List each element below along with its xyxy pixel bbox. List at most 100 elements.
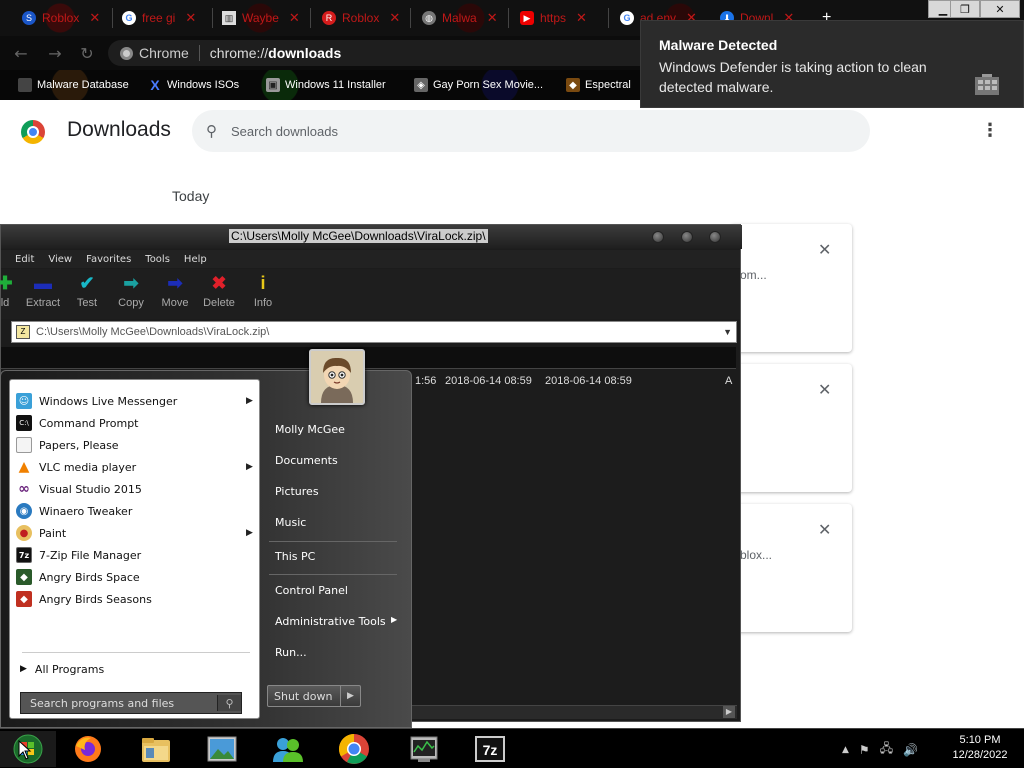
tab-label: free gi [142,11,176,25]
menu-tools[interactable]: Tools [145,254,170,265]
menu-favorites[interactable]: Favorites [86,254,131,265]
user-avatar[interactable] [309,349,365,405]
restore-button[interactable]: ❐ [950,0,980,18]
menu-help[interactable]: Help [184,254,207,265]
close-icon[interactable]: ✕ [487,10,498,26]
move-button[interactable]: ➡ Move [153,273,197,310]
close-icon[interactable]: ✕ [185,10,196,26]
program-windows-live-messenger[interactable]: ☺ Windows Live Messenger ▶ [14,390,257,412]
maximize-button[interactable] [681,231,693,243]
back-button[interactable]: ← [10,42,32,64]
minimize-button[interactable] [652,231,664,243]
tab-roblox-2[interactable]: R Roblox ✕ [314,2,408,34]
close-icon[interactable]: ✕ [289,10,300,26]
action-center-flag-icon[interactable]: ⚑ [859,743,870,757]
close-icon: ✕ [995,2,1005,16]
forward-button[interactable]: → [44,42,66,64]
program-angry-birds-seasons[interactable]: ◆ Angry Birds Seasons [14,588,257,610]
network-icon[interactable]: 🖧 [880,739,893,760]
system-clock[interactable]: 5:10 PM 12/28/2022 [940,733,1020,763]
taskbar-file-explorer[interactable] [126,731,186,767]
bookmark-malware-database[interactable]: Malware Database [18,75,129,95]
window-titlebar[interactable]: C:\Users\Molly McGee\Downloads\ViraLock.… [1,225,742,249]
globe-icon: ◍ [422,11,436,25]
start-item-administrative-tools[interactable]: Administrative Tools [275,615,386,628]
path-text: C:\Users\Molly McGee\Downloads\ViraLock.… [36,326,270,338]
bookmark-video[interactable]: ◈ Gay Porn Sex Movie... [414,75,543,95]
shutdown-button[interactable]: Shut down ▶ [267,685,361,707]
download-filename[interactable]: blox... [740,548,772,562]
program-angry-birds-space[interactable]: ◆ Angry Birds Space [14,566,257,588]
close-icon[interactable]: ✕ [389,10,400,26]
program-command-prompt[interactable]: C:\ Command Prompt [14,412,257,434]
malware-notification[interactable]: Malware Detected Windows Defender is tak… [640,20,1024,108]
remove-download-icon[interactable]: ✕ [818,240,831,259]
start-item-music[interactable]: Music [275,516,306,529]
horizontal-scrollbar[interactable]: ▶ [411,705,737,719]
tab-wayback[interactable]: ▥ Waybe ✕ [214,2,308,34]
download-card: ✕ om... [730,224,852,352]
taskbar-firefox[interactable] [58,731,118,767]
test-button[interactable]: ✔ Test [65,273,109,310]
close-window-button[interactable]: ✕ [980,0,1020,18]
close-icon[interactable]: ✕ [89,10,100,26]
start-item-this-pc[interactable]: This PC [275,550,315,563]
tab-roblox-1[interactable]: S Roblox ✕ [14,2,108,34]
reload-button[interactable]: ↻ [76,42,98,64]
program-vlc[interactable]: ▲ VLC media player ▶ [14,456,257,478]
shutdown-options-icon[interactable]: ▶ [340,686,360,706]
show-hidden-icons-icon[interactable]: ▲ [842,745,849,755]
search-input[interactable]: ⚲ Search downloads [192,110,870,152]
start-item-pictures[interactable]: Pictures [275,485,319,498]
vlc-icon: ▲ [18,459,30,475]
bookmark-windows-isos[interactable]: X Windows ISOs [148,75,239,95]
search-icon: ⚲ [206,123,217,140]
date-section-label: Today [172,188,210,204]
copy-button[interactable]: ➡ Copy [109,273,153,310]
search-icon[interactable]: ⚲ [217,695,241,711]
dropdown-arrow-icon[interactable]: ▼ [723,327,732,337]
download-card: ✕ [730,364,852,492]
more-options-button[interactable]: ⋮ [980,120,1000,142]
remove-download-icon[interactable]: ✕ [818,520,831,539]
taskbar-task-manager[interactable] [394,731,454,767]
program-visual-studio[interactable]: ∞ Visual Studio 2015 [14,478,257,500]
bookmark-windows-11-installer[interactable]: ▣ Windows 11 Installer [266,75,386,95]
bookmark-icon: ◆ [566,78,580,92]
extract-button[interactable]: ▬ Extract [21,273,65,310]
program-papers-please[interactable]: Papers, Please [14,434,257,456]
close-button[interactable] [709,231,721,243]
info-button[interactable]: i Info [241,273,285,310]
start-item-control-panel[interactable]: Control Panel [275,584,348,597]
start-search-input[interactable]: Search programs and files ⚲ [20,692,242,714]
scroll-right-icon[interactable]: ▶ [723,706,735,718]
taskbar-photo-viewer[interactable] [192,731,252,767]
start-item-documents[interactable]: Documents [275,454,338,467]
bookmark-espectral[interactable]: ◆ Espectral [566,75,631,95]
start-item-user[interactable]: Molly McGee [275,423,345,436]
menu-edit[interactable]: Edit [15,254,34,265]
close-icon[interactable]: ✕ [576,10,587,26]
cell-created: 2018-06-14 08:59 [545,375,632,387]
program-paint[interactable]: ● Paint ▶ [14,522,257,544]
volume-icon[interactable]: 🔊 [903,743,918,757]
menu-view[interactable]: View [48,254,72,265]
tab-malware[interactable]: ◍ Malwa ✕ [414,2,506,34]
start-item-run[interactable]: Run... [275,646,307,659]
path-input[interactable]: Z C:\Users\Molly McGee\Downloads\ViraLoc… [11,321,737,343]
address-bar[interactable]: Chrome chrome://downloads [108,40,668,66]
program-7zip[interactable]: 7z 7-Zip File Manager [14,544,257,566]
tab-youtube[interactable]: ▶ https ✕ [512,2,595,34]
program-winaero-tweaker[interactable]: ◉ Winaero Tweaker [14,500,257,522]
download-filename[interactable]: om... [740,268,767,282]
taskbar-messenger[interactable] [258,731,318,767]
taskbar-chrome[interactable] [324,731,384,767]
arrow-left-icon: ← [14,43,28,63]
all-programs-button[interactable]: ▶ All Programs [20,660,104,678]
tab-google-1[interactable]: G free gi ✕ [114,2,204,34]
taskbar-7zip[interactable]: 7z [460,731,520,767]
delete-button[interactable]: ✖ Delete [197,273,241,310]
command-prompt-icon: C:\ [16,415,32,431]
site-chip[interactable]: Chrome [120,45,200,61]
remove-download-icon[interactable]: ✕ [818,380,831,399]
